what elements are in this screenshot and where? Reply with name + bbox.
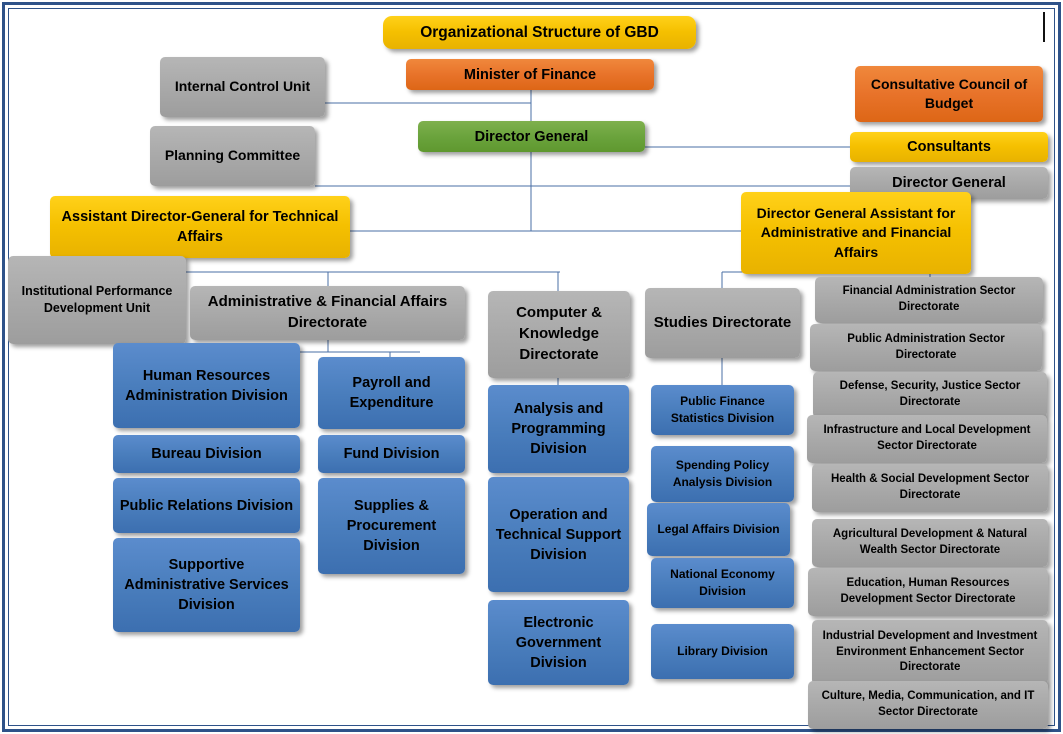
node-label: Financial Administration Sector Director…: [842, 285, 1016, 313]
node-computer-knowledge-directorate-label: Computer & Knowledge Directorate: [516, 304, 602, 363]
node-public-relations-division[interactable]: Public Relations Division: [113, 478, 300, 533]
node-label: National Economy Division: [670, 567, 775, 598]
node-national-economy-division[interactable]: National Economy Division: [651, 558, 794, 608]
node-operation-technical-support-division[interactable]: Operation and Technical Support Division: [488, 477, 629, 592]
node-planning-committee[interactable]: Planning Committee: [150, 126, 315, 186]
chart-title-box: Organizational Structure of GBD: [383, 16, 696, 49]
node-assistant-technical-affairs[interactable]: Assistant Director-General for Technical…: [50, 196, 350, 258]
node-assistant-technical-affairs-label: Assistant Director-General for Technical…: [61, 209, 339, 245]
node-label: Human Resources Administration Division: [125, 367, 288, 404]
node-label: Supportive Administrative Services Divis…: [124, 557, 289, 613]
node-analysis-and-programming-division[interactable]: Analysis and Programming Division: [488, 385, 629, 473]
node-studies-directorate-label: Studies Directorate: [653, 313, 792, 331]
node-legal-affairs-division[interactable]: Legal Affairs Division: [647, 503, 790, 556]
node-bureau-division[interactable]: Bureau Division: [113, 435, 300, 473]
node-label: Electronic Government Division: [515, 614, 602, 671]
node-supplies-procurement-division[interactable]: Supplies & Procurement Division: [318, 478, 465, 574]
node-admin-financial-directorate[interactable]: Administrative & Financial Affairs Direc…: [190, 286, 465, 340]
node-admin-financial-directorate-label: Administrative & Financial Affairs Direc…: [207, 293, 448, 331]
chart-title-text: Organizational Structure of GBD: [420, 23, 659, 41]
node-label: Culture, Media, Communication, and IT Se…: [821, 690, 1035, 718]
node-label: Education, Human Resources Development S…: [840, 577, 1016, 605]
node-minister-of-finance[interactable]: Minister of Finance: [406, 59, 654, 90]
text-caret: [1043, 12, 1045, 42]
node-payroll-and-expenditure[interactable]: Payroll and Expenditure: [318, 357, 465, 429]
node-label: Library Division: [677, 644, 768, 659]
node-supportive-administrative-services-division[interactable]: Supportive Administrative Services Divis…: [113, 538, 300, 632]
node-culture-media-communication-it-sector-directorate[interactable]: Culture, Media, Communication, and IT Se…: [808, 681, 1048, 729]
node-defense-security-justice-sector-directorate[interactable]: Defense, Security, Justice Sector Direct…: [813, 372, 1047, 418]
node-health-social-development-sector-directorate[interactable]: Health & Social Development Sector Direc…: [812, 464, 1048, 512]
node-label: Defense, Security, Justice Sector Direct…: [839, 380, 1021, 408]
node-label: Industrial Development and Investment En…: [822, 629, 1038, 674]
node-label: Payroll and Expenditure: [349, 375, 434, 411]
node-industrial-development-investment-sector-directorate[interactable]: Industrial Development and Investment En…: [812, 620, 1048, 685]
node-label: Fund Division: [343, 446, 440, 462]
node-education-human-resources-development-sector-directorate[interactable]: Education, Human Resources Development S…: [808, 568, 1048, 616]
node-consultative-council[interactable]: Consultative Council of Budget: [855, 66, 1043, 122]
node-label: Infrastructure and Local Development Sec…: [823, 424, 1031, 452]
node-director-general-label: Director General: [474, 128, 589, 145]
node-financial-administration-sector-directorate[interactable]: Financial Administration Sector Director…: [815, 277, 1043, 323]
node-agricultural-development-natural-wealth-sector-directorate[interactable]: Agricultural Development & Natural Wealt…: [812, 519, 1048, 567]
node-public-finance-statistics-division[interactable]: Public Finance Statistics Division: [651, 385, 794, 435]
node-planning-committee-label: Planning Committee: [164, 147, 301, 164]
node-internal-control-unit[interactable]: Internal Control Unit: [160, 57, 325, 117]
node-institutional-performance-unit[interactable]: Institutional Performance Development Un…: [8, 256, 186, 344]
org-chart-canvas: Organizational Structure of GBD Minister…: [0, 0, 1063, 734]
node-label: Agricultural Development & Natural Wealt…: [832, 528, 1028, 556]
node-electronic-government-division[interactable]: Electronic Government Division: [488, 600, 629, 685]
node-label: Operation and Technical Support Division: [495, 506, 622, 563]
node-label: Analysis and Programming Division: [511, 401, 606, 457]
node-label: Public Finance Statistics Division: [670, 394, 775, 425]
node-label: Legal Affairs Division: [657, 522, 780, 537]
node-director-general-right-label: Director General: [892, 175, 1006, 191]
node-library-division[interactable]: Library Division: [651, 624, 794, 679]
node-infrastructure-local-development-sector-directorate[interactable]: Infrastructure and Local Development Sec…: [807, 415, 1047, 463]
node-consultative-council-label: Consultative Council of Budget: [870, 75, 1028, 111]
node-assistant-admin-financial[interactable]: Director General Assistant for Administr…: [741, 192, 971, 274]
node-assistant-admin-financial-label: Director General Assistant for Administr…: [756, 205, 956, 260]
node-human-resources-administration-division[interactable]: Human Resources Administration Division: [113, 343, 300, 428]
node-spending-policy-analysis-division[interactable]: Spending Policy Analysis Division: [651, 446, 794, 502]
node-computer-knowledge-directorate[interactable]: Computer & Knowledge Directorate: [488, 291, 630, 378]
node-fund-division[interactable]: Fund Division: [318, 435, 465, 473]
node-label: Public Relations Division: [119, 497, 294, 514]
node-director-general[interactable]: Director General: [418, 121, 645, 152]
node-label: Supplies & Procurement Division: [346, 498, 437, 554]
node-consultants[interactable]: Consultants: [850, 132, 1048, 162]
node-consultants-label: Consultants: [907, 139, 991, 155]
node-label: Bureau Division: [151, 446, 262, 462]
node-studies-directorate[interactable]: Studies Directorate: [645, 288, 800, 358]
node-internal-control-unit-label: Internal Control Unit: [174, 78, 311, 95]
node-label: Spending Policy Analysis Division: [672, 458, 773, 489]
node-minister-of-finance-label: Minister of Finance: [463, 66, 597, 83]
node-label: Public Administration Sector Directorate: [847, 332, 1005, 361]
node-public-administration-sector-directorate[interactable]: Public Administration Sector Directorate: [810, 324, 1042, 371]
node-institutional-performance-unit-label: Institutional Performance Development Un…: [21, 283, 173, 315]
node-label: Health & Social Development Sector Direc…: [830, 473, 1030, 501]
